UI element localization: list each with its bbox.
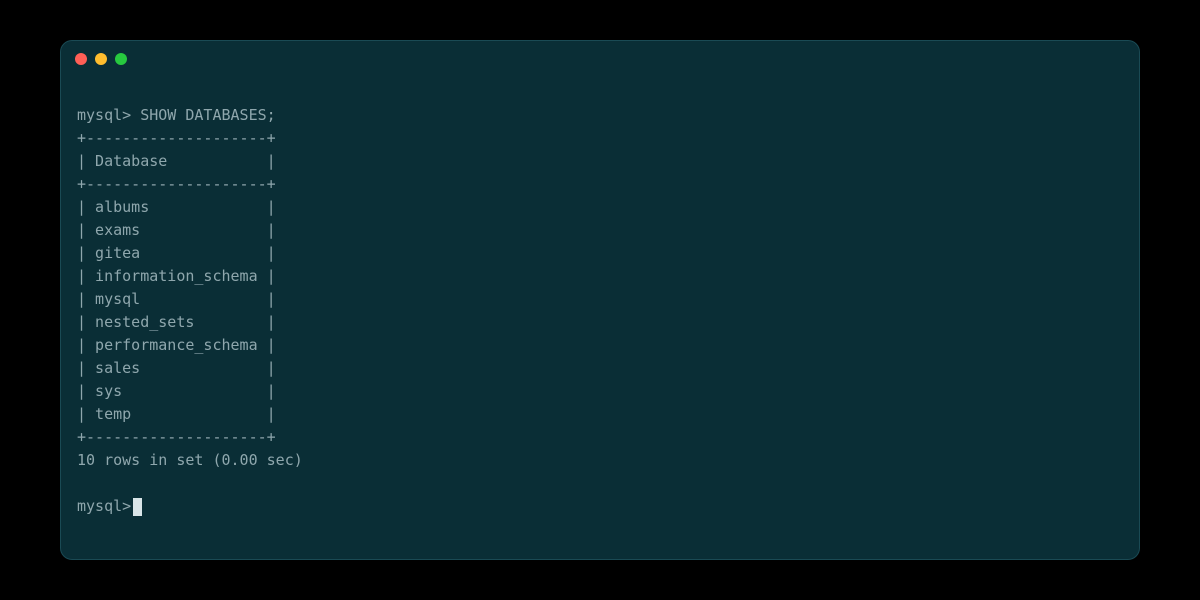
titlebar xyxy=(61,41,1139,77)
maximize-icon[interactable] xyxy=(115,53,127,65)
terminal-window: mysql> SHOW DATABASES; +----------------… xyxy=(60,40,1140,560)
prompt: mysql> xyxy=(77,106,131,124)
table-output: +--------------------+ | Database | +---… xyxy=(77,129,276,446)
cursor xyxy=(133,498,142,516)
close-icon[interactable] xyxy=(75,53,87,65)
command-line: mysql> SHOW DATABASES; xyxy=(77,106,276,124)
command-text: SHOW DATABASES; xyxy=(140,106,275,124)
summary-line: 10 rows in set (0.00 sec) xyxy=(77,451,303,469)
prompt: mysql> xyxy=(77,495,131,518)
terminal-body[interactable]: mysql> SHOW DATABASES; +----------------… xyxy=(61,77,1139,559)
minimize-icon[interactable] xyxy=(95,53,107,65)
active-prompt-line[interactable]: mysql> xyxy=(77,495,1123,518)
